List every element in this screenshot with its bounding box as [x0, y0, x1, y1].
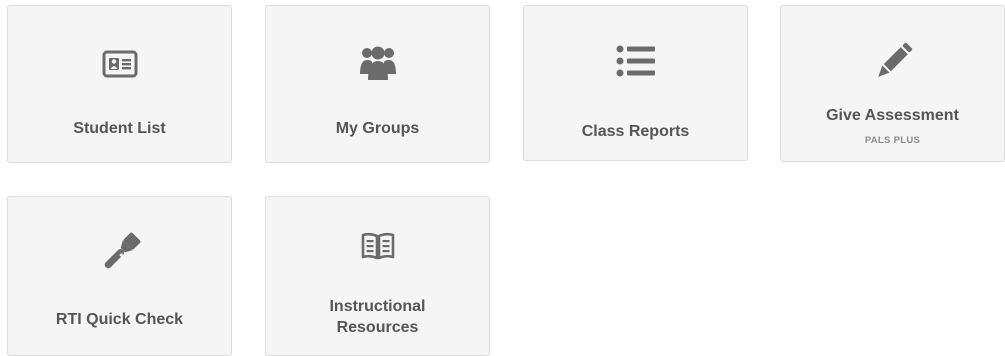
group-icon: [266, 42, 489, 84]
flashlight-icon: [8, 229, 231, 277]
tile-give-assessment[interactable]: Give Assessment PALS PLUS: [780, 5, 1005, 162]
tile-instructional-resources[interactable]: Instructional Resources: [265, 196, 490, 356]
book-icon: [266, 229, 489, 263]
tile-label: RTI Quick Check: [55, 311, 184, 328]
tile-sublabel: PALS PLUS: [864, 135, 921, 146]
tile-class-reports[interactable]: Class Reports: [523, 5, 748, 161]
tile-label: Give Assessment: [826, 107, 959, 124]
pencil-icon: [781, 39, 1004, 85]
list-icon: [524, 43, 747, 79]
tile-label: Instructional Resources: [329, 298, 426, 336]
tile-label: My Groups: [335, 120, 420, 137]
tile-label: Student List: [73, 120, 166, 137]
tile-rti-quick-check[interactable]: RTI Quick Check: [7, 196, 232, 356]
tile-label: Class Reports: [581, 123, 690, 140]
tile-student-list[interactable]: Student List: [7, 5, 232, 163]
id-card-icon: [8, 47, 231, 81]
tile-my-groups[interactable]: My Groups: [265, 5, 490, 163]
